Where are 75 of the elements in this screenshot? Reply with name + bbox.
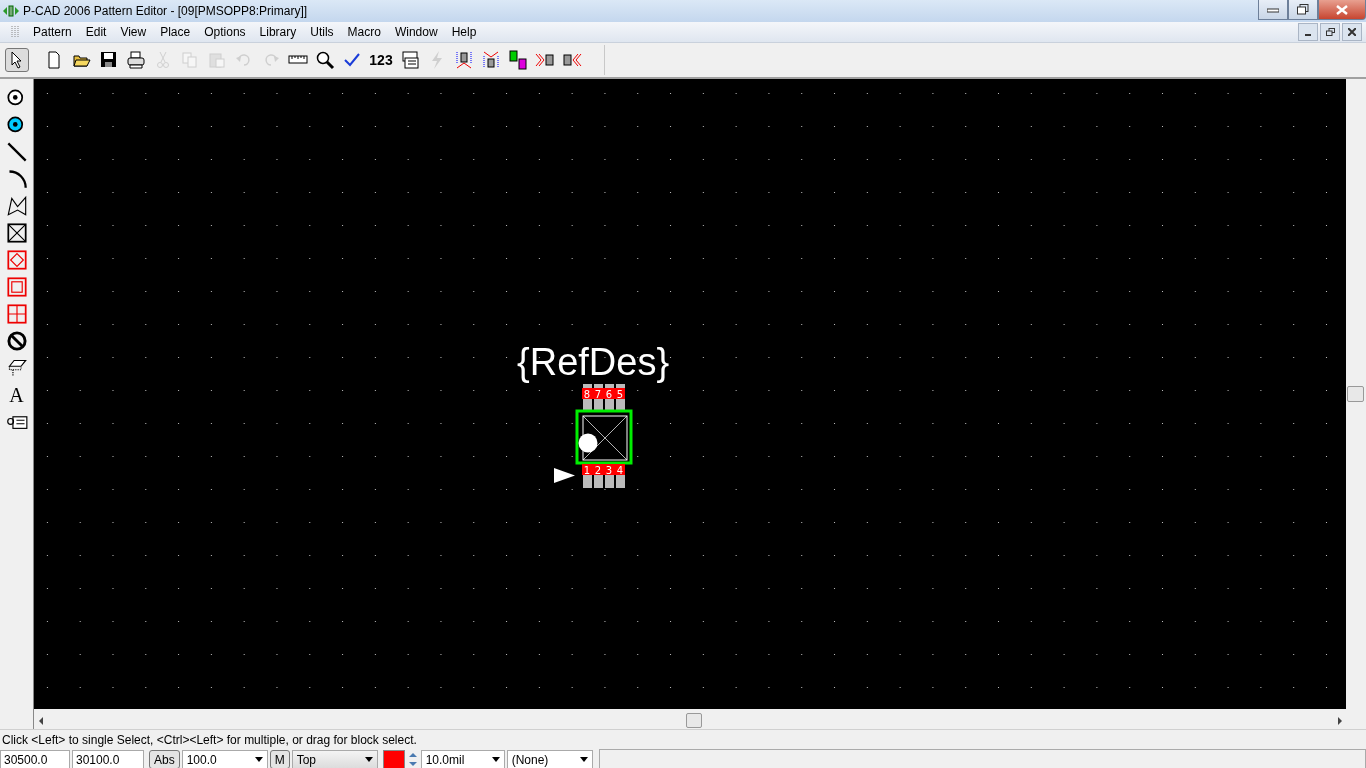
menu-item[interactable]: View — [113, 23, 154, 41]
dropdown-caret-icon[interactable] — [364, 757, 373, 762]
pad-arrow-up-icon — [454, 50, 474, 70]
line-icon[interactable] — [5, 141, 28, 163]
swap-blocks-icon — [508, 50, 528, 70]
dropdown-caret-icon[interactable] — [254, 757, 263, 762]
layers-icon[interactable] — [5, 357, 28, 379]
report-icon — [400, 50, 420, 70]
app-icon — [3, 3, 19, 19]
text-tool-button[interactable]: A — [5, 384, 28, 406]
x-coordinate-field[interactable]: 30500.0 — [0, 750, 70, 768]
origin-marker — [554, 468, 575, 483]
minimize-icon — [1267, 6, 1279, 13]
grid-dropdown[interactable]: 100.0 — [181, 750, 268, 768]
menu-item[interactable]: Utils — [303, 23, 341, 41]
menu-item[interactable]: Macro — [340, 23, 388, 41]
pad-number: 4 — [616, 465, 624, 476]
printer-icon — [126, 50, 146, 70]
restore-icon — [1297, 4, 1309, 15]
close-icon — [1336, 4, 1348, 15]
pin-one-marker — [578, 433, 598, 453]
dropdown-caret-icon[interactable] — [579, 757, 588, 762]
toolbar-button[interactable] — [506, 48, 530, 72]
prohibited-icon[interactable] — [5, 330, 28, 352]
abs-button[interactable]: Abs — [149, 750, 180, 768]
diamond-box-icon[interactable] — [5, 249, 28, 271]
layer-dropdown[interactable]: Top — [291, 750, 378, 768]
menu-item[interactable]: Place — [153, 23, 198, 41]
menu-item[interactable]: Library — [252, 23, 304, 41]
menu-item[interactable]: Edit — [78, 23, 114, 41]
close-icon — [1348, 28, 1356, 36]
refdes-label: {RefDes} — [517, 341, 670, 383]
pad-arrow-down-icon — [481, 50, 501, 70]
mdi-close-button[interactable] — [1342, 23, 1362, 41]
menu-item[interactable]: Help — [444, 23, 484, 41]
menu-item[interactable]: Pattern — [26, 23, 79, 41]
pad-number-strip — [582, 464, 625, 475]
layer-color-swatch[interactable] — [382, 750, 405, 768]
scroll-thumb[interactable] — [1347, 386, 1364, 402]
pad-number: 7 — [594, 389, 602, 400]
y-coordinate-field[interactable]: 30100.0 — [72, 750, 144, 768]
grip-icon — [10, 25, 20, 39]
pad-number: 2 — [594, 465, 602, 476]
close-button[interactable] — [1318, 0, 1366, 20]
pad-number-strip — [582, 388, 625, 399]
copy-icon — [180, 50, 200, 70]
menu-item[interactable]: Options — [197, 23, 253, 41]
pad-number: 6 — [605, 389, 613, 400]
pad-number: 1 — [583, 465, 591, 476]
body-outline — [575, 409, 633, 465]
design-canvas[interactable]: {RefDes} 8 7 6 5 1 2 3 4 — [34, 79, 1346, 709]
menu-item[interactable]: Window — [387, 23, 445, 41]
maximize-button[interactable] — [1288, 0, 1318, 20]
style-dropdown[interactable]: (None) — [506, 750, 593, 768]
toolbar-button[interactable] — [124, 48, 148, 72]
polygon-icon[interactable] — [5, 195, 28, 217]
toolbar-button[interactable] — [5, 48, 29, 72]
dropdown-caret-icon[interactable] — [491, 757, 500, 762]
line-width-dropdown[interactable]: 10.0mil — [420, 750, 505, 768]
quartered-box-icon[interactable] — [5, 303, 28, 325]
restore-icon — [1325, 28, 1335, 36]
pad-number: 8 — [583, 389, 591, 400]
scroll-thumb[interactable] — [686, 713, 702, 728]
crossed-box-icon[interactable] — [5, 222, 28, 244]
nested-square-icon[interactable] — [5, 276, 28, 298]
paste-icon — [207, 50, 227, 70]
window-title: P-CAD 2006 Pattern Editor - [09[PMSOPP8:Primary]] — [23, 4, 309, 18]
status-message: Click <Left> to single Select, <Ctrl><Left> for multiple, or drag for block select. — [0, 729, 1366, 749]
m-button[interactable]: M — [269, 750, 290, 768]
magnifier-icon — [315, 50, 335, 70]
pad-number: 5 — [616, 389, 624, 400]
number-tool-button[interactable]: 123 — [367, 48, 395, 72]
pad-number: 3 — [605, 465, 613, 476]
mdi-restore-button[interactable] — [1320, 23, 1340, 41]
mdi-minimize-button[interactable] — [1298, 23, 1318, 41]
